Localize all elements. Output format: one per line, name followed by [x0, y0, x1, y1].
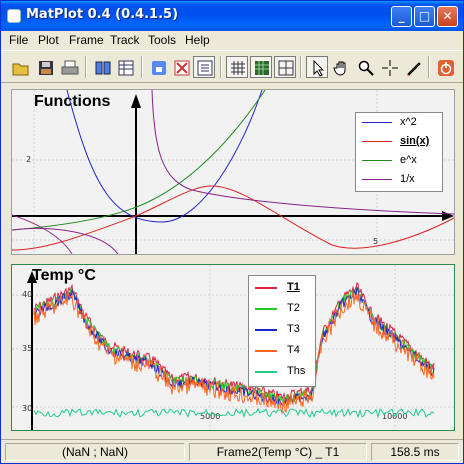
legend-swatch [255, 329, 277, 331]
functions-legend: x^2 sin(x) e^x 1/x [355, 112, 443, 192]
temperature-series [33, 281, 435, 419]
legend-swatch [362, 160, 392, 161]
legend-swatch [255, 371, 277, 373]
temperature-chart: 40 35 30 5000 10000 [12, 265, 454, 430]
series-t4 [33, 290, 435, 414]
book-icon[interactable] [91, 56, 113, 78]
menu-tools[interactable]: Tools [148, 33, 176, 47]
power-icon[interactable] [434, 56, 456, 78]
close-button[interactable]: ✕ [437, 6, 458, 27]
lock-icon[interactable] [147, 56, 169, 78]
status-time: 158.5 ms [371, 443, 459, 461]
title-bar[interactable]: MatPlot 0.4 (0.4.1.5) _ □ ✕ [1, 1, 463, 31]
print-icon[interactable] [58, 56, 80, 78]
legend-label: x^2 [400, 116, 417, 128]
menu-help[interactable]: Help [185, 33, 210, 47]
legend-swatch [362, 122, 392, 123]
temperature-legend: T1 T2 T3 T4 Ths [248, 275, 316, 387]
x-tick-label: 5 [373, 237, 378, 246]
legend-label: Ths [287, 365, 306, 377]
save-icon[interactable] [34, 56, 56, 78]
y-axis-arrow [131, 94, 141, 108]
open-icon[interactable] [9, 56, 31, 78]
legend-label: T1 [287, 281, 300, 293]
legend-swatch [362, 141, 392, 142]
y-axis-arrow [27, 271, 37, 283]
app-icon [7, 9, 21, 23]
autoscale-icon[interactable] [170, 56, 192, 78]
legend-label: T4 [287, 344, 300, 356]
legend-swatch [362, 179, 392, 180]
legend-swatch [255, 350, 277, 352]
app-window: MatPlot 0.4 (0.4.1.5) _ □ ✕ File Plot Fr… [0, 0, 464, 464]
y-tick-label: 40 [22, 290, 32, 299]
series-ths [33, 407, 435, 419]
status-frame: Frame2(Temp °C) _ T1 [189, 443, 367, 461]
menu-file[interactable]: File [9, 33, 28, 47]
toolbar [1, 50, 463, 83]
zoom-icon[interactable] [354, 56, 376, 78]
status-coords: (NaN ; NaN) [5, 443, 185, 461]
status-bar: (NaN ; NaN) Frame2(Temp °C) _ T1 158.5 m… [1, 439, 463, 463]
hand-icon[interactable] [330, 56, 352, 78]
grid-fine-icon[interactable] [250, 56, 272, 78]
y-tick-label: 35 [22, 344, 32, 353]
legend-label: e^x [400, 154, 417, 166]
menu-frame[interactable]: Frame [69, 33, 104, 47]
y-tick-label: 2 [26, 155, 31, 164]
menu-plot[interactable]: Plot [38, 33, 59, 47]
pointer-icon[interactable] [306, 56, 328, 78]
menu-track[interactable]: Track [110, 33, 140, 47]
window-title: MatPlot 0.4 (0.4.1.5) [26, 7, 179, 22]
temperature-plot[interactable]: Temp °C 40 35 30 5000 10000 T1 T2 T3 T4 … [11, 264, 455, 431]
x-axis-arrow [442, 211, 454, 221]
minimize-button[interactable]: _ [391, 6, 412, 27]
legend-label: 1/x [400, 173, 415, 185]
list-icon[interactable] [193, 56, 215, 78]
series-t1 [33, 281, 435, 402]
functions-plot[interactable]: Functions 2 5 x^2 sin(x) e^x 1/x [11, 89, 455, 255]
crosshair-icon[interactable] [378, 56, 400, 78]
legend-swatch [255, 287, 277, 289]
pen-icon[interactable] [402, 56, 424, 78]
y-tick-label: 30 [22, 404, 32, 413]
maximize-button[interactable]: □ [414, 6, 435, 27]
series-x2-left [12, 214, 73, 254]
legend-label: T2 [287, 302, 300, 314]
grid-icon[interactable] [226, 56, 248, 78]
legend-label: sin(x) [400, 135, 430, 147]
legend-swatch [255, 308, 277, 310]
menu-bar: File Plot Frame Track Tools Help [1, 31, 463, 49]
table-icon[interactable] [114, 56, 136, 78]
legend-label: T3 [287, 323, 300, 335]
grid-box-icon[interactable] [274, 56, 296, 78]
